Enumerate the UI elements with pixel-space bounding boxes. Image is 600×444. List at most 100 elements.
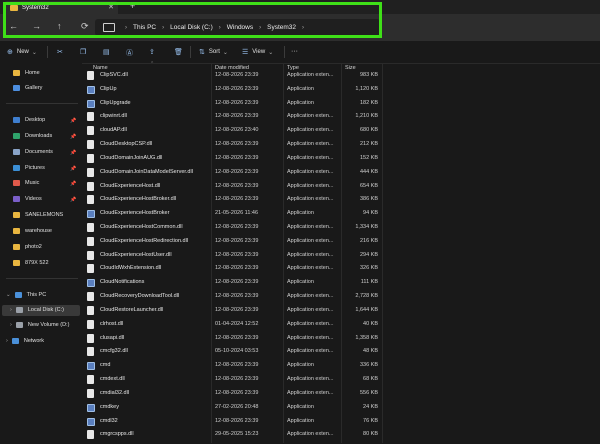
delete-icon[interactable]: 🗑: [174, 48, 183, 56]
file-row[interactable]: CloudExperienceHostBroker 21-05-2026 11:4…: [82, 207, 382, 221]
file-row[interactable]: cmcfg32.dll 05-10-2024 03:53 Application e…: [82, 345, 382, 359]
file-size: 94 KB: [363, 210, 378, 217]
file-row[interactable]: CloudRecoveryDownloadTool.dll 12-08-2026 …: [82, 290, 382, 304]
sidebar-item-warehouse[interactable]: warehouse: [13, 228, 52, 234]
sort-button[interactable]: ⇅ Sort ⌄: [199, 48, 228, 56]
file-row[interactable]: clipwinrt.dll 12-08-2026 23:39 Application…: [82, 110, 382, 124]
drive-icon: [15, 307, 23, 313]
sidebar-item-videos[interactable]: Videos: [13, 196, 42, 202]
pin-icon[interactable]: 📌: [70, 197, 76, 203]
file-name: cmdkey: [100, 403, 119, 410]
sidebar-item-music[interactable]: Music: [13, 180, 39, 186]
file-date-modified: 12-08-2026 23:39: [215, 99, 259, 106]
sidebar-item-downloads[interactable]: Downloads: [13, 133, 52, 139]
tree-item-this-pc[interactable]: ⌄ This PC: [6, 292, 46, 298]
file-row[interactable]: CloudDomainJoinDataModelServer.dll 12-08-…: [82, 166, 382, 180]
copy-icon[interactable]: ❐: [80, 48, 86, 56]
file-name: cmdial32.dll: [100, 389, 130, 396]
chevron-right-icon[interactable]: ›: [10, 307, 12, 313]
file-date-modified: 12-08-2026 23:39: [215, 224, 259, 231]
file-row[interactable]: cmdial32.dll 12-08-2026 23:39 Application …: [82, 387, 382, 401]
file-row[interactable]: ClipUpgrade 12-08-2026 23:39 Application 18…: [82, 97, 382, 111]
file-name: cmdl32: [100, 417, 118, 424]
file-row[interactable]: CloudExperienceHostCommon.dll 12-08-2026 …: [82, 221, 382, 235]
dll-file-icon: [87, 347, 94, 357]
dll-file-icon: [87, 292, 94, 302]
file-row[interactable]: cmdkey 27-02-2026 20:48 Application 24 KB: [82, 401, 382, 415]
cut-icon[interactable]: ✂: [57, 48, 63, 56]
file-name: cmcfg32.dll: [100, 348, 128, 355]
file-type: Application exten...: [287, 141, 334, 148]
sidebar-item-pictures[interactable]: Pictures: [13, 165, 45, 171]
application-icon: [87, 279, 95, 288]
file-date-modified: 12-08-2026 23:39: [215, 85, 259, 92]
dll-file-icon: [87, 181, 94, 191]
share-icon[interactable]: ⇪: [149, 48, 155, 56]
file-size: 1,120 KB: [355, 85, 378, 92]
desktop-icon: [13, 117, 20, 123]
file-row[interactable]: clrhost.dll 01-04-2024 12:52 Application e…: [82, 318, 382, 332]
music-icon: [13, 180, 20, 186]
paste-icon[interactable]: ▤: [103, 48, 110, 56]
file-size: 680 KB: [359, 127, 378, 134]
pin-icon[interactable]: 📌: [70, 118, 76, 124]
file-row[interactable]: CloudDesktopCSP.dll 12-08-2026 23:39 Appli…: [82, 138, 382, 152]
file-name: CloudExperienceHostCommon.dll: [100, 224, 183, 231]
file-row[interactable]: CloudExperienceHost.dll 12-08-2026 23:39 A…: [82, 180, 382, 194]
chevron-right-icon[interactable]: ›: [10, 322, 12, 328]
file-row[interactable]: cmdl32 12-08-2026 23:39 Application 76 KB: [82, 415, 382, 429]
new-button[interactable]: ⊕ New ⌄: [7, 48, 37, 56]
file-row[interactable]: cmd 12-08-2026 23:39 Application 336 KB: [82, 359, 382, 373]
file-row[interactable]: cmdext.dll 12-08-2026 23:39 Application ex…: [82, 373, 382, 387]
file-row[interactable]: clusapi.dll 12-08-2026 23:39 Application e…: [82, 332, 382, 346]
sidebar-item-sanelemons[interactable]: SANELEMONS: [13, 212, 63, 218]
file-size: 152 KB: [359, 154, 378, 161]
pin-icon[interactable]: 📌: [70, 181, 76, 187]
more-options-button[interactable]: ···: [291, 48, 298, 55]
file-date-modified: 12-08-2026 23:39: [215, 279, 259, 286]
file-name: clrhost.dll: [100, 320, 124, 327]
pin-icon[interactable]: 📌: [70, 166, 76, 172]
sidebar-item-documents[interactable]: Documents: [13, 149, 53, 155]
tree-item-network[interactable]: › Network: [6, 338, 44, 344]
chevron-down-icon[interactable]: ⌄: [6, 292, 11, 298]
chevron-right-icon[interactable]: ›: [6, 338, 8, 344]
file-type: Application: [287, 99, 314, 106]
pin-icon[interactable]: 📌: [70, 150, 76, 156]
dll-file-icon: [87, 223, 94, 233]
rename-icon[interactable]: Ⓐ: [126, 48, 133, 58]
sidebar-item-gallery[interactable]: Gallery: [13, 85, 42, 91]
sort-icon: ⇅: [199, 49, 205, 56]
sidebar-item-879x522[interactable]: 879X 522: [13, 260, 49, 266]
file-type: Application exten...: [287, 113, 334, 120]
sidebar-item-photo2[interactable]: photo2: [13, 244, 42, 250]
pin-icon[interactable]: 📌: [70, 134, 76, 140]
pictures-icon: [13, 165, 20, 171]
file-row[interactable]: ClipSVC.dll 12-08-2026 23:39 Application e…: [82, 69, 382, 83]
file-date-modified: 21-05-2026 11:46: [215, 210, 259, 217]
file-row[interactable]: CloudExperienceHostUser.dll 12-08-2026 23…: [82, 249, 382, 263]
file-row[interactable]: cloudAP.dll 12-08-2026 23:40 Application e…: [82, 124, 382, 138]
file-name: ClipUp: [100, 85, 117, 92]
file-date-modified: 12-08-2026 23:39: [215, 168, 259, 175]
file-size: 68 KB: [363, 376, 378, 383]
sidebar-item-home[interactable]: Home: [13, 70, 40, 76]
file-row[interactable]: CloudDomainJoinAUG.dll 12-08-2026 23:39 Ap…: [82, 152, 382, 166]
file-row[interactable]: CloudExperienceHostRedirection.dll 12-08-…: [82, 235, 382, 249]
file-row[interactable]: CloudRestoreLauncher.dll 12-08-2026 23:39…: [82, 304, 382, 318]
tree-item-new-volume-d[interactable]: › New Volume (D:): [10, 322, 69, 328]
file-type: Application: [287, 85, 314, 92]
file-row[interactable]: cmgrcspps.dll 29-05-2025 15:23 Application…: [82, 428, 382, 442]
dll-file-icon: [87, 167, 94, 177]
file-type: Application exten...: [287, 168, 334, 175]
tree-item-local-disk-c[interactable]: › Local Disk (C:): [10, 307, 64, 313]
file-row[interactable]: CloudExperienceHostBroker.dll 12-08-2026 …: [82, 193, 382, 207]
view-button[interactable]: ☰ View ⌄: [242, 48, 273, 56]
file-row[interactable]: ClipUp 12-08-2026 23:39 Application 1,120 K…: [82, 83, 382, 97]
videos-icon: [13, 196, 20, 202]
file-date-modified: 12-08-2026 23:39: [215, 306, 259, 313]
file-row[interactable]: CloudNotifications 12-08-2026 23:39 Applic…: [82, 276, 382, 290]
dll-file-icon: [87, 264, 94, 274]
sidebar-item-desktop[interactable]: Desktop: [13, 117, 45, 123]
file-row[interactable]: CloudIdWxhExtension.dll 12-08-2026 23:39 A…: [82, 262, 382, 276]
